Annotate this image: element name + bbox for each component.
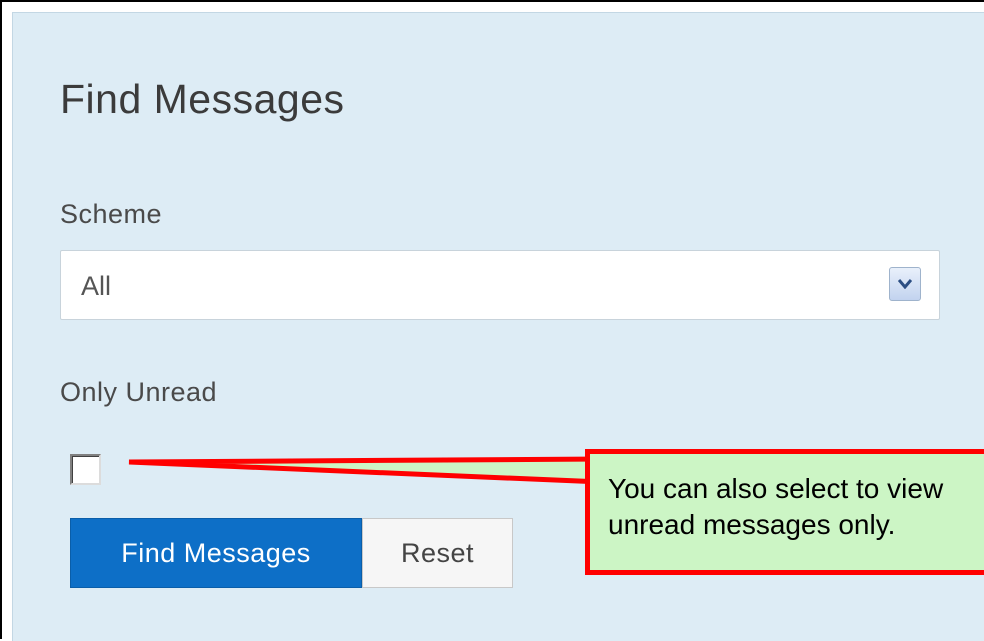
page-title: Find Messages [60, 76, 345, 122]
scheme-select[interactable]: All [60, 250, 940, 320]
only-unread-label: Only Unread [60, 377, 218, 407]
find-messages-button[interactable]: Find Messages [70, 518, 362, 588]
annotation-callout: You can also select to view unread messa… [585, 449, 984, 575]
chevron-down-icon [898, 279, 912, 289]
reset-button[interactable]: Reset [362, 518, 513, 588]
screenshot-frame: Find Messages Scheme All Only Unread Fin… [0, 0, 984, 641]
dropdown-arrow-button[interactable] [889, 267, 921, 301]
callout-text-line-1: You can also select to view [608, 473, 944, 504]
only-unread-checkbox[interactable] [70, 454, 101, 485]
scheme-label: Scheme [60, 199, 163, 229]
scheme-selected-value: All [81, 271, 112, 301]
callout-text-line-2: unread messages only. [608, 509, 896, 540]
